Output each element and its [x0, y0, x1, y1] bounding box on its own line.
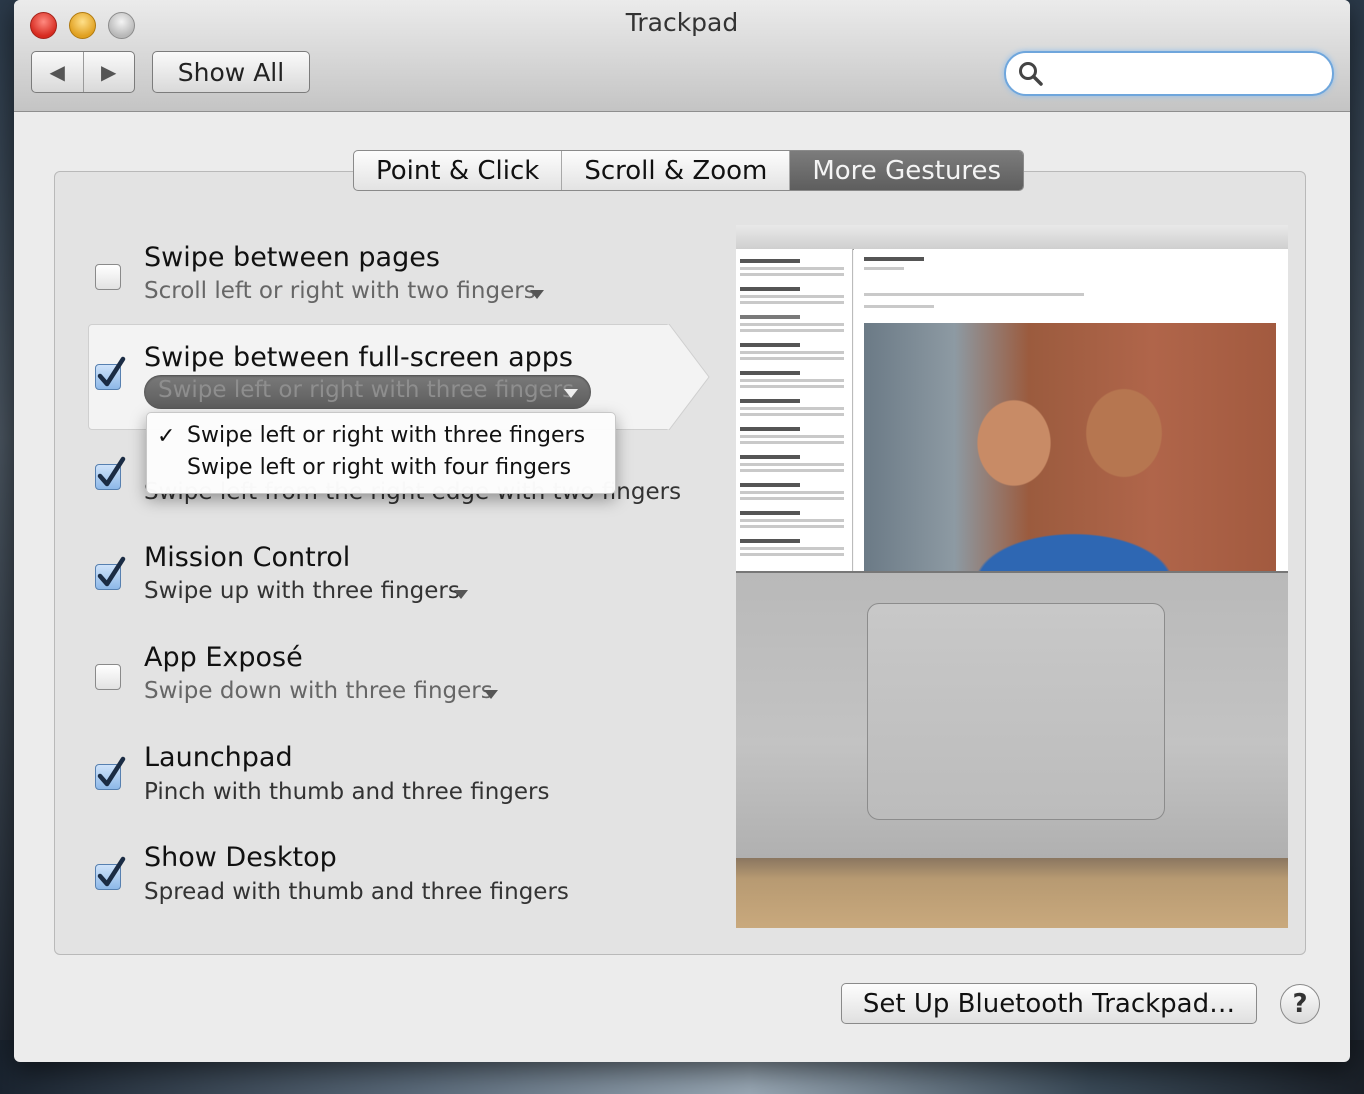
back-button[interactable]: ◀ — [32, 52, 84, 92]
checkmark-icon — [97, 356, 126, 387]
mission-control-subtitle[interactable]: Swipe up with three fingers — [144, 578, 460, 604]
swipe-pages-title: Swipe between pages — [144, 242, 440, 273]
search-field[interactable] — [1004, 51, 1334, 96]
mission-control-title: Mission Control — [144, 542, 351, 573]
checkmark-icon — [97, 856, 126, 887]
chevron-down-icon — [564, 389, 578, 398]
mission-control-checkbox[interactable] — [95, 556, 126, 590]
app-expose-dropdown-icon[interactable] — [484, 690, 498, 699]
preferences-window: Trackpad ◀ ▶ Show All Point & Click Scro… — [14, 0, 1350, 1062]
menu-checkmark-icon: ✓ — [157, 424, 176, 449]
tab-more-gestures[interactable]: More Gestures — [790, 151, 1024, 190]
notification-center-checkbox[interactable] — [95, 456, 126, 490]
set-up-bluetooth-trackpad-button[interactable]: Set Up Bluetooth Trackpad… — [841, 983, 1257, 1024]
mission-control-dropdown-icon[interactable] — [454, 590, 468, 599]
swipe-fullscreen-checkbox[interactable] — [95, 356, 126, 390]
gesture-options-menu: ✓ Swipe left or right with three fingers… — [146, 412, 616, 494]
titlebar: Trackpad ◀ ▶ Show All — [14, 0, 1350, 112]
forward-button[interactable]: ▶ — [84, 52, 135, 92]
tab-bar: Point & Click Scroll & Zoom More Gesture… — [353, 150, 1025, 191]
app-expose-subtitle[interactable]: Swipe down with three fingers — [144, 678, 493, 704]
highlight-pointer-shape — [667, 324, 710, 430]
launchpad-checkbox[interactable] — [95, 756, 126, 790]
preview-trackpad — [867, 603, 1165, 820]
gesture-preview-video — [736, 225, 1288, 928]
show-all-button[interactable]: Show All — [152, 51, 310, 93]
swipe-fullscreen-title: Swipe between full-screen apps — [144, 342, 573, 373]
app-expose-title: App Exposé — [144, 642, 303, 673]
forward-arrow-icon: ▶ — [101, 60, 117, 84]
preview-screen — [736, 225, 1288, 573]
tab-scroll-zoom[interactable]: Scroll & Zoom — [562, 151, 791, 190]
preview-photo — [864, 323, 1276, 571]
swipe-pages-dropdown-icon[interactable] — [530, 290, 544, 299]
back-forward-control: ◀ ▶ — [31, 51, 135, 93]
menu-item-four-fingers[interactable]: Swipe left or right with four fingers — [187, 455, 571, 480]
preview-mail-toolbar — [736, 225, 1288, 250]
preview-desk — [736, 858, 1288, 928]
checkmark-icon — [97, 556, 126, 587]
show-desktop-checkbox[interactable] — [95, 856, 126, 890]
preview-mail-list — [736, 249, 853, 571]
tab-point-click[interactable]: Point & Click — [354, 151, 563, 190]
menu-item-three-fingers[interactable]: Swipe left or right with three fingers — [187, 423, 585, 448]
swipe-fullscreen-popup-button[interactable]: Swipe left or right with three fingers — [144, 375, 591, 409]
app-expose-checkbox[interactable] — [95, 664, 121, 690]
help-button[interactable]: ? — [1280, 984, 1320, 1024]
checkmark-icon — [97, 756, 126, 787]
swipe-pages-subtitle[interactable]: Scroll left or right with two fingers — [144, 278, 536, 304]
preview-laptop-body — [736, 573, 1288, 858]
window-title: Trackpad — [625, 8, 739, 37]
show-desktop-subtitle: Spread with thumb and three fingers — [144, 879, 569, 905]
swipe-pages-checkbox[interactable] — [95, 264, 121, 290]
search-input[interactable] — [1050, 57, 1314, 89]
launchpad-title: Launchpad — [144, 742, 293, 773]
search-icon — [1019, 62, 1043, 86]
back-arrow-icon: ◀ — [49, 60, 65, 84]
popup-selected-value: Swipe left or right with three fingers — [158, 377, 575, 403]
checkmark-icon — [97, 456, 126, 487]
launchpad-subtitle: Pinch with thumb and three fingers — [144, 779, 550, 805]
show-desktop-title: Show Desktop — [144, 842, 337, 873]
